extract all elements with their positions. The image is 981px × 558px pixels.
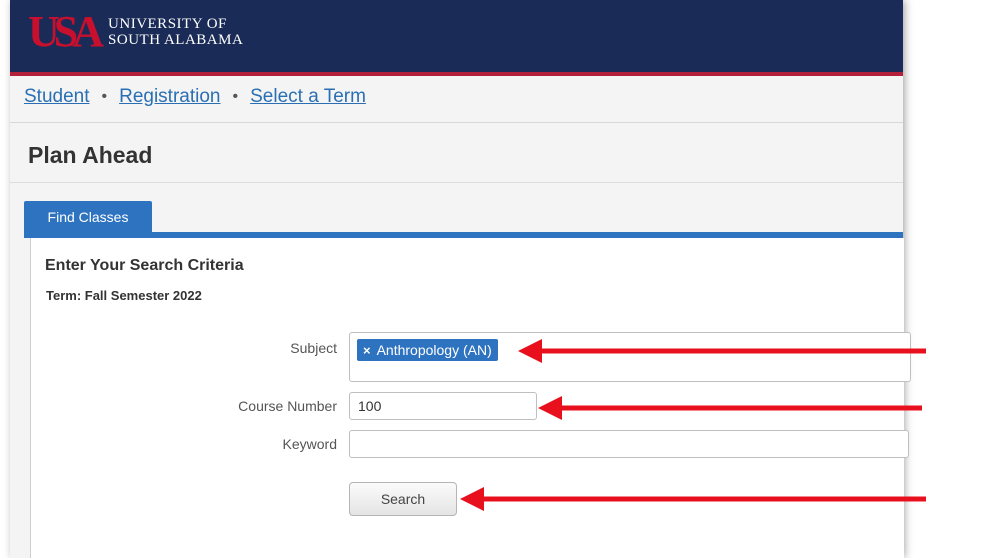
annotation-arrows [460,339,926,511]
arrow-to-subject [518,339,926,363]
arrow-to-search [460,487,926,511]
arrow-to-course-number [538,396,922,420]
screenshot-canvas: USA UNIVERSITY OF SOUTH ALABAMA Student … [0,0,981,558]
